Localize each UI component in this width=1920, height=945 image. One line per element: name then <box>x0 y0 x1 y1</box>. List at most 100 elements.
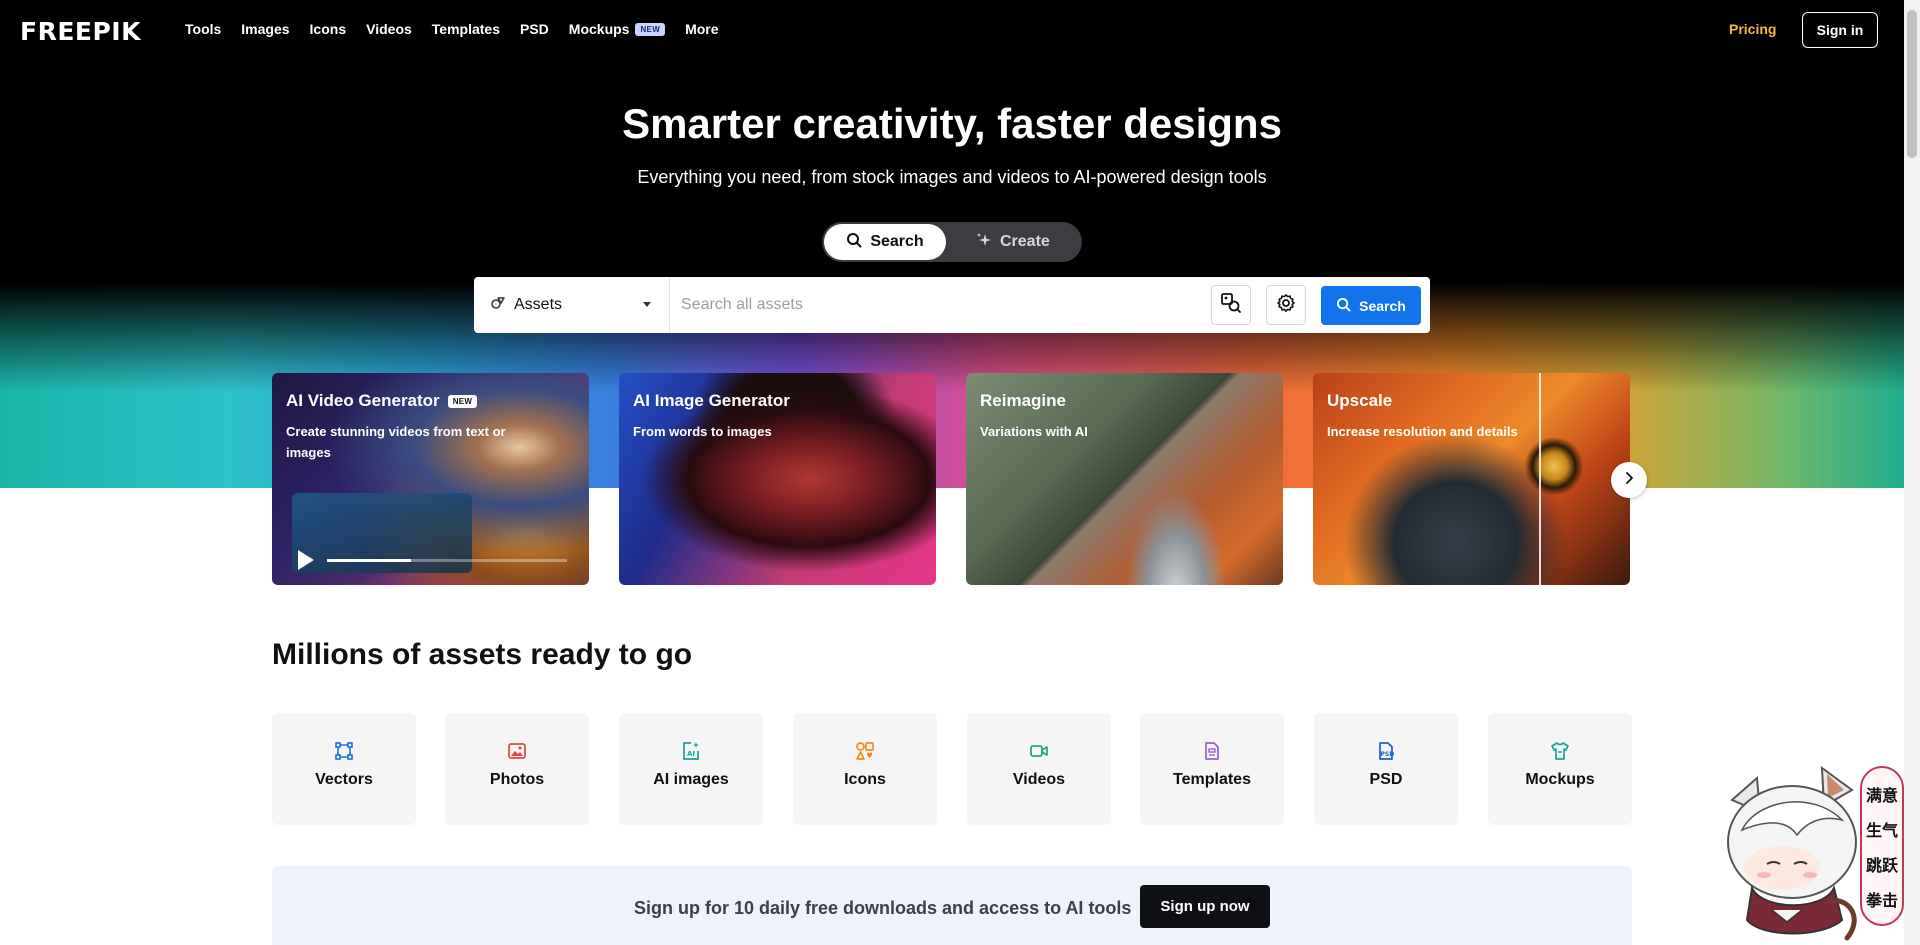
nav-item-psd[interactable]: PSD <box>520 21 549 37</box>
card-subtitle: Variations with AI <box>980 424 1088 439</box>
card-subtitle: From words to images <box>633 424 772 439</box>
assets-section-title: Millions of assets ready to go <box>272 638 693 671</box>
photo-icon <box>507 741 527 761</box>
assets-icon <box>490 295 506 316</box>
card-title-text: Reimagine <box>980 391 1066 410</box>
asset-tile-label: AI images <box>653 771 729 788</box>
new-badge: NEW <box>447 394 478 408</box>
nav-item-label: Templates <box>431 21 500 37</box>
pricing-link[interactable]: Pricing <box>1729 21 1776 37</box>
nav-item-mockups[interactable]: Mockups NEW <box>568 21 666 37</box>
search-icon <box>1336 297 1351 315</box>
nav-item-label: PSD <box>520 21 549 37</box>
card-upscale[interactable]: Upscale Increase resolution and details <box>1313 373 1630 585</box>
card-title: AI Image Generator <box>633 391 790 411</box>
mascot-action-satisfied[interactable]: 满意 <box>1866 782 1898 806</box>
chevron-right-icon <box>1622 471 1636 490</box>
signup-banner: Sign up for 10 daily free downloads and … <box>272 866 1632 945</box>
nav-item-label: Images <box>241 21 290 37</box>
asset-tile-label: Videos <box>1012 771 1066 788</box>
mode-search-button[interactable]: Search <box>824 224 946 260</box>
carousel-next-button[interactable] <box>1611 462 1647 498</box>
asset-tile-label: Photos <box>489 771 545 788</box>
search-submit-button[interactable]: Search <box>1321 286 1421 325</box>
nav-item-icons[interactable]: Icons <box>310 21 347 37</box>
asset-tile-ai-images[interactable]: AI AI images <box>619 713 763 825</box>
nav-item-label: Mockups <box>568 21 630 37</box>
scrollbar-thumb[interactable] <box>1907 10 1917 158</box>
card-ai-video-generator[interactable]: AI Video Generator NEW Create stunning v… <box>272 373 589 585</box>
asset-tile-label: Templates <box>1173 771 1251 788</box>
page-scrollbar[interactable] <box>1904 0 1920 945</box>
mode-create-label: Create <box>1000 233 1050 250</box>
card-title: Upscale <box>1327 391 1392 411</box>
asset-type-label: Assets <box>514 296 563 313</box>
card-subtitle: Increase resolution and details <box>1327 424 1518 439</box>
main-menu: Tools Images Icons Videos Templates PSD … <box>185 21 739 37</box>
search-bar: Assets Search <box>474 277 1430 333</box>
play-icon[interactable] <box>298 550 314 570</box>
mockup-icon <box>1550 741 1570 761</box>
mode-search-label: Search <box>870 233 924 250</box>
card-title-text: AI Image Generator <box>633 391 790 410</box>
image-search-icon <box>1220 292 1242 319</box>
before-after-divider[interactable] <box>1539 373 1541 585</box>
video-icon <box>1029 741 1049 761</box>
asset-tile-videos[interactable]: Videos <box>967 713 1111 825</box>
nav-item-more[interactable]: More <box>685 21 718 37</box>
psd-icon: PSD <box>1376 741 1396 761</box>
sparkle-icon <box>976 232 992 253</box>
search-create-toggle: Search Create <box>822 222 1082 262</box>
asset-tile-label: PSD <box>1369 771 1403 788</box>
mode-create-button[interactable]: Create <box>976 224 1080 260</box>
nav-item-label: Videos <box>366 21 412 37</box>
card-title-text: AI Video Generator <box>286 391 440 410</box>
search-button-label: Search <box>1359 297 1406 314</box>
asset-tile-icons[interactable]: Icons <box>793 713 937 825</box>
template-icon <box>1202 741 1222 761</box>
top-navigation: FREEPIK Tools Images Icons Videos Templa… <box>0 0 1904 60</box>
search-settings-button[interactable] <box>1266 285 1306 325</box>
nav-item-label: Icons <box>309 21 347 37</box>
hero-subtitle: Everything you need, from stock images a… <box>637 167 1267 187</box>
card-ai-image-generator[interactable]: AI Image Generator From words to images <box>619 373 936 585</box>
asset-tile-mockups[interactable]: Mockups <box>1488 713 1632 825</box>
icons-icon <box>855 741 875 761</box>
hero-title: Smarter creativity, faster designs <box>622 100 1282 147</box>
nav-item-images[interactable]: Images <box>241 21 289 37</box>
search-icon <box>846 232 862 253</box>
svg-text:AI: AI <box>687 750 695 758</box>
nav-item-videos[interactable]: Videos <box>366 21 412 37</box>
sign-in-button[interactable]: Sign in <box>1802 12 1878 48</box>
mascot-action-punch[interactable]: 拳击 <box>1866 887 1898 911</box>
svg-text:PSD: PSD <box>1381 751 1395 758</box>
nav-item-label: Tools <box>185 21 222 37</box>
card-title: Reimagine <box>980 391 1066 411</box>
card-reimagine[interactable]: Reimagine Variations with AI <box>966 373 1283 585</box>
asset-type-dropdown[interactable]: Assets <box>474 277 670 333</box>
signup-text: Sign up for 10 daily free downloads and … <box>634 898 1132 918</box>
mascot-action-menu: 满意 生气 跳跃 拳击 <box>1860 766 1904 926</box>
mascot-action-jump[interactable]: 跳跃 <box>1866 852 1898 876</box>
asset-tile-label: Mockups <box>1525 771 1595 788</box>
gear-icon <box>1276 293 1296 318</box>
nav-item-templates[interactable]: Templates <box>432 21 500 37</box>
vector-icon <box>334 741 354 761</box>
asset-tile-psd[interactable]: PSD PSD <box>1314 713 1458 825</box>
asset-tile-photos[interactable]: Photos <box>445 713 589 825</box>
card-subtitle: Create stunning videos from text or imag… <box>286 424 506 460</box>
freepik-logo[interactable]: FREEPIK <box>20 17 141 46</box>
sign-up-now-button[interactable]: Sign up now <box>1140 885 1270 928</box>
nav-item-label: More <box>685 21 719 37</box>
nav-item-tools[interactable]: Tools <box>185 21 221 37</box>
card-title-text: Upscale <box>1327 391 1393 410</box>
search-input[interactable] <box>681 291 1181 319</box>
asset-tile-label: Icons <box>844 771 886 788</box>
ai-image-icon: AI <box>681 741 701 761</box>
caret-down-icon <box>643 302 651 307</box>
mascot-action-angry[interactable]: 生气 <box>1866 817 1898 841</box>
image-search-button[interactable] <box>1211 285 1251 325</box>
card-image <box>1116 473 1236 585</box>
asset-tile-templates[interactable]: Templates <box>1140 713 1284 825</box>
asset-tile-vectors[interactable]: Vectors <box>272 713 416 825</box>
